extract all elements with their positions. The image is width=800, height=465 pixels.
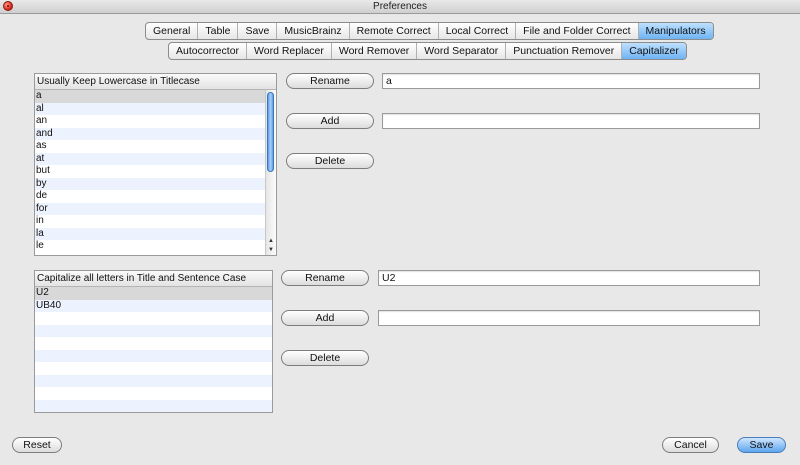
scrollbar-thumb[interactable]	[267, 92, 274, 172]
tab-general[interactable]: General	[146, 23, 199, 39]
save-button[interactable]: Save	[737, 437, 786, 453]
uppercase-add-button[interactable]: Add	[281, 310, 369, 326]
list-item[interactable]: le	[35, 240, 276, 253]
tab-remote-correct[interactable]: Remote Correct	[350, 23, 439, 39]
list-item[interactable]: but	[35, 165, 276, 178]
window-title: Preferences	[373, 1, 427, 12]
list-item[interactable]: by	[35, 177, 276, 190]
uppercase-words-list[interactable]: Capitalize all letters in Title and Sent…	[34, 270, 273, 413]
list-item[interactable]: la	[35, 227, 276, 240]
uppercase-add-field[interactable]	[378, 310, 760, 326]
tab-table[interactable]: Table	[198, 23, 239, 39]
vertical-scrollbar[interactable]: ▲ ▼	[265, 90, 276, 255]
list-item[interactable]: in	[35, 215, 276, 228]
list-item[interactable]: for	[35, 202, 276, 215]
list-item[interactable]: an	[35, 115, 276, 128]
subtab-autocorrector[interactable]: Autocorrector	[169, 43, 248, 59]
tab-file-and-folder-correct[interactable]: File and Folder Correct	[516, 23, 639, 39]
list-item[interactable]: UB40	[35, 299, 272, 312]
reset-button[interactable]: Reset	[12, 437, 62, 453]
uppercase-rename-button[interactable]: Rename	[281, 270, 369, 286]
list-item[interactable]: a	[35, 90, 276, 103]
subtab-word-replacer[interactable]: Word Replacer	[247, 43, 332, 59]
scroll-down-icon[interactable]: ▼	[266, 246, 276, 255]
tab-save[interactable]: Save	[238, 23, 278, 39]
list-item	[35, 399, 272, 412]
lowercase-add-button[interactable]: Add	[286, 113, 374, 129]
lowercase-rename-field[interactable]: a	[382, 73, 760, 89]
list-item	[35, 374, 272, 387]
uppercase-rename-field[interactable]: U2	[378, 270, 760, 286]
list-rows: a al an and as at but by de for in la le	[35, 90, 276, 253]
list-item[interactable]: at	[35, 152, 276, 165]
uppercase-delete-button[interactable]: Delete	[281, 350, 369, 366]
list-item	[35, 312, 272, 325]
list-item[interactable]: as	[35, 140, 276, 153]
list-item	[35, 349, 272, 362]
subtab-punctuation-remover[interactable]: Punctuation Remover	[506, 43, 623, 59]
main-tab-bar: General Table Save MusicBrainz Remote Correc…	[145, 22, 714, 40]
subtab-capitalizer[interactable]: Capitalizer	[622, 43, 686, 59]
list-item	[35, 387, 272, 400]
lowercase-words-list[interactable]: Usually Keep Lowercase in Titlecase a al a…	[34, 73, 277, 256]
cancel-button[interactable]: Cancel	[662, 437, 719, 453]
lowercase-rename-button[interactable]: Rename	[286, 73, 374, 89]
tab-local-correct[interactable]: Local Correct	[439, 23, 517, 39]
title-bar: Preferences	[0, 0, 800, 14]
list-item	[35, 362, 272, 375]
sub-tab-bar: Autocorrector Word Replacer Word Remover Wo…	[168, 42, 687, 60]
subtab-word-separator[interactable]: Word Separator	[417, 43, 507, 59]
tab-manipulators[interactable]: Manipulators	[638, 23, 713, 39]
list-item[interactable]: U2	[35, 287, 272, 300]
list-item[interactable]: de	[35, 190, 276, 203]
list-rows: U2 UB40	[35, 287, 272, 412]
list-header: Capitalize all letters in Title and Sent…	[35, 271, 272, 287]
lowercase-delete-button[interactable]: Delete	[286, 153, 374, 169]
list-item	[35, 324, 272, 337]
list-item[interactable]: al	[35, 102, 276, 115]
subtab-word-remover[interactable]: Word Remover	[332, 43, 418, 59]
close-icon[interactable]	[3, 1, 13, 11]
lowercase-add-field[interactable]	[382, 113, 760, 129]
scroll-up-icon[interactable]: ▲	[266, 237, 276, 246]
list-item	[35, 337, 272, 350]
list-item[interactable]: and	[35, 127, 276, 140]
list-header: Usually Keep Lowercase in Titlecase	[35, 74, 276, 90]
tab-musicbrainz[interactable]: MusicBrainz	[277, 23, 350, 39]
